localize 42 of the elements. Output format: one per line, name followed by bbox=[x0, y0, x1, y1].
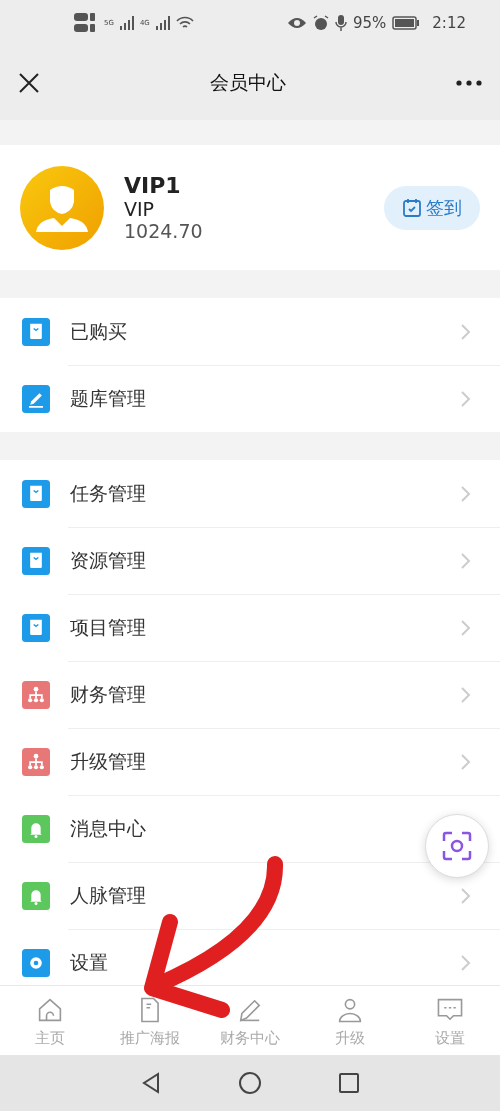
org-icon bbox=[22, 747, 50, 776]
close-icon[interactable] bbox=[18, 71, 40, 94]
bag-icon bbox=[22, 546, 50, 575]
org-icon bbox=[22, 680, 50, 709]
bell-icon bbox=[22, 814, 50, 843]
bag-icon bbox=[22, 479, 50, 508]
wifi-icon bbox=[175, 15, 194, 30]
alarm-icon bbox=[312, 14, 329, 31]
menu-item[interactable]: 人脉管理 bbox=[0, 862, 500, 929]
gear-icon bbox=[22, 948, 50, 977]
eye-icon bbox=[286, 15, 307, 30]
bell-icon bbox=[22, 881, 50, 910]
page-title: 会员中心 bbox=[209, 69, 287, 95]
sim-icon bbox=[74, 11, 98, 34]
microphone-icon bbox=[334, 14, 347, 31]
menu-item[interactable]: 题库管理 bbox=[0, 365, 500, 432]
menu-item[interactable]: 升级管理 bbox=[0, 728, 500, 795]
menu-item[interactable]: 资源管理 bbox=[0, 527, 500, 594]
bag-icon bbox=[22, 613, 50, 642]
menu-item[interactable]: 项目管理 bbox=[0, 594, 500, 661]
signal-icon bbox=[155, 15, 170, 30]
member-level: VIP bbox=[124, 198, 156, 220]
home-circle-icon[interactable] bbox=[238, 1071, 262, 1095]
calendar-check-icon bbox=[402, 197, 422, 218]
avatar-icon bbox=[20, 165, 104, 250]
battery-percent: 95% bbox=[352, 13, 387, 32]
scan-icon bbox=[442, 831, 472, 861]
balance-amount: 1024.70 bbox=[124, 220, 204, 242]
user-name: VIP1 bbox=[124, 173, 182, 198]
menu-item[interactable]: 已购买 bbox=[0, 298, 500, 365]
menu-item[interactable]: 任务管理 bbox=[0, 460, 500, 527]
menu-item[interactable]: 设置 bbox=[0, 929, 500, 985]
battery-icon bbox=[392, 15, 421, 30]
pencil-icon bbox=[22, 384, 50, 413]
bag-icon bbox=[22, 317, 50, 346]
recents-icon[interactable] bbox=[337, 1071, 361, 1095]
menu-item[interactable]: 财务管理 bbox=[0, 661, 500, 728]
check-in-button[interactable]: 签到 bbox=[384, 185, 480, 230]
status-time: 2:12 bbox=[432, 13, 466, 32]
signal-icon bbox=[119, 15, 134, 30]
more-icon[interactable] bbox=[456, 79, 482, 86]
menu-item[interactable]: 消息中心 bbox=[0, 795, 500, 862]
